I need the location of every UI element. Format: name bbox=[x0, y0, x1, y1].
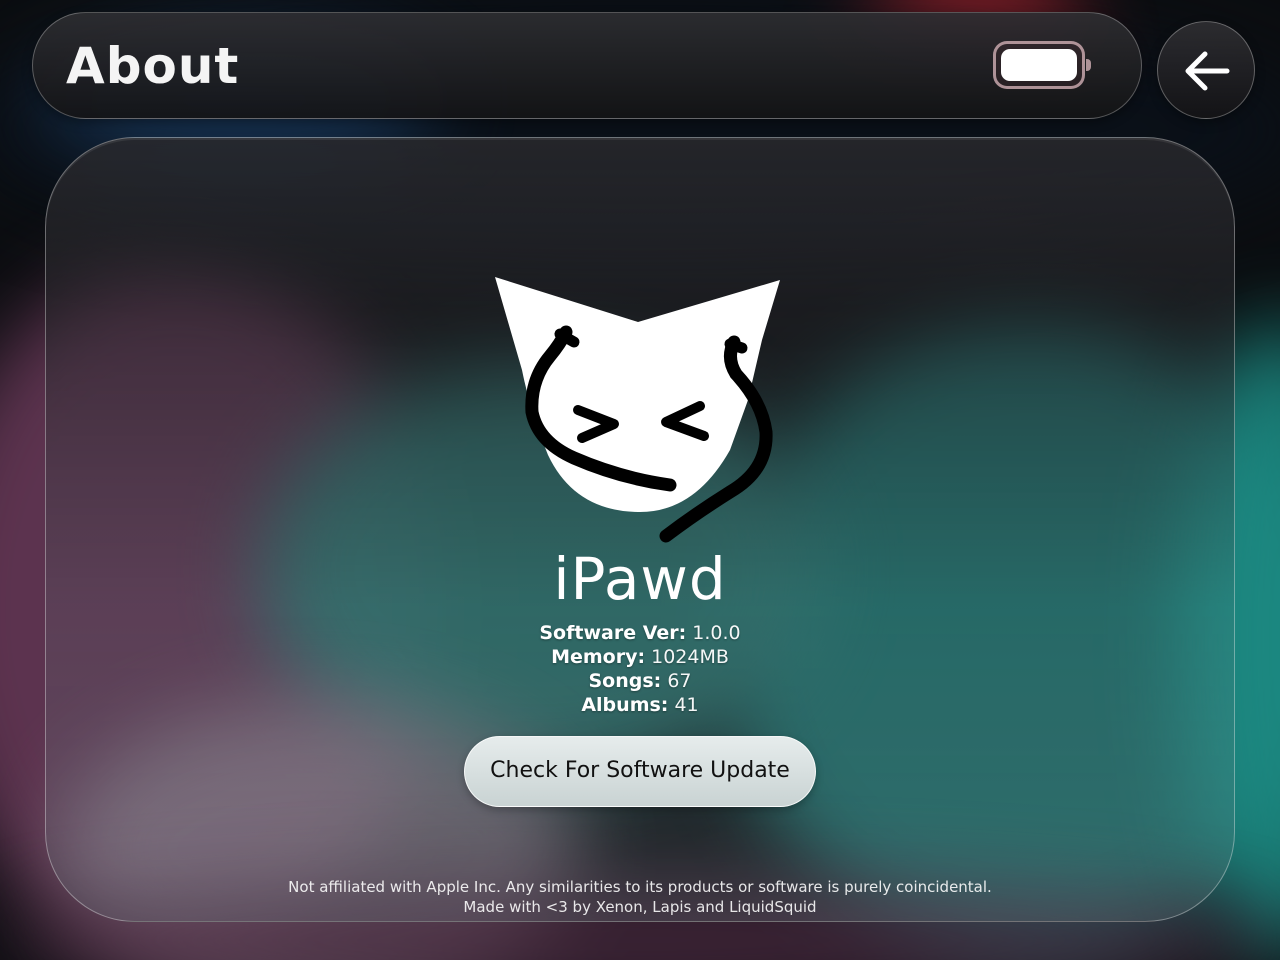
info-songs: Songs: 67 bbox=[588, 670, 692, 692]
disclaimer-text: Not affiliated with Apple Inc. Any simil… bbox=[288, 878, 992, 896]
page-title: About bbox=[66, 37, 240, 95]
cat-face-logo bbox=[495, 277, 780, 543]
battery-level-fill bbox=[1001, 49, 1077, 81]
footer: Not affiliated with Apple Inc. Any simil… bbox=[0, 877, 1280, 917]
info-albums: Albums: 41 bbox=[581, 694, 699, 716]
device-info: Software Ver: 1.0.0 Memory: 1024MB Songs… bbox=[0, 621, 1280, 717]
check-update-button[interactable]: Check For Software Update bbox=[464, 736, 816, 807]
credits-text: Made with <3 by Xenon, Lapis and LiquidS… bbox=[463, 898, 817, 916]
info-software-version: Software Ver: 1.0.0 bbox=[539, 622, 741, 644]
arrow-left-icon bbox=[1185, 51, 1230, 91]
battery-icon bbox=[993, 41, 1091, 89]
app-name: iPawd bbox=[553, 545, 727, 613]
header-bar: About bbox=[32, 12, 1142, 119]
info-memory: Memory: 1024MB bbox=[551, 646, 729, 668]
back-button[interactable] bbox=[1157, 21, 1255, 119]
